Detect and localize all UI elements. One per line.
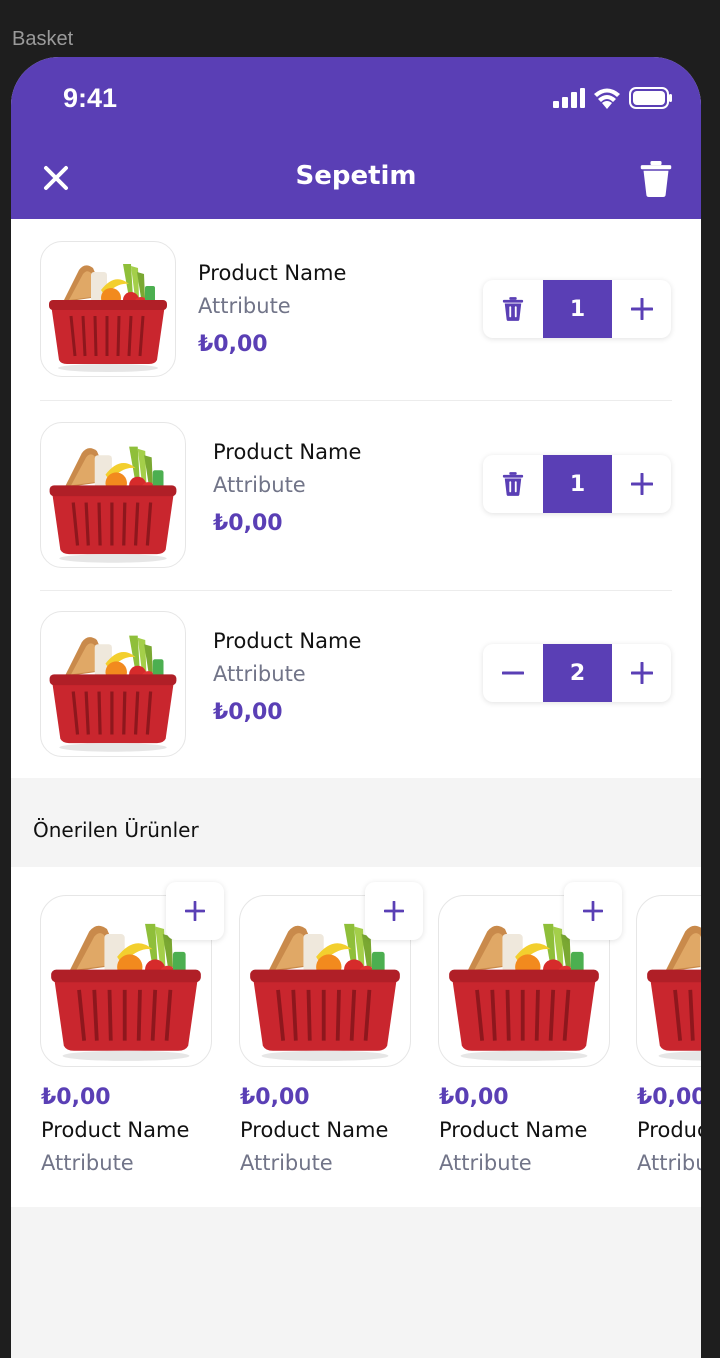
- quantity-stepper: 2: [483, 644, 671, 702]
- basket-item: Product Name Attribute ₺0,00 1: [11, 219, 701, 399]
- battery-icon: [629, 87, 672, 109]
- product-attribute: Attribute: [41, 1151, 134, 1175]
- product-attribute: Attribute: [213, 662, 306, 686]
- status-icons: [553, 87, 673, 109]
- trash-icon: [502, 297, 524, 321]
- delete-button[interactable]: [483, 280, 543, 338]
- frame-label: Basket: [12, 28, 74, 50]
- increment-button[interactable]: [612, 280, 671, 338]
- plus-icon: [630, 298, 653, 320]
- delete-button[interactable]: [483, 455, 543, 513]
- product-price: ₺0,00: [198, 332, 268, 357]
- clear-basket-trash-icon[interactable]: [639, 161, 673, 197]
- product-image[interactable]: [40, 241, 176, 377]
- product-attribute: Attribute: [439, 1151, 532, 1175]
- product-image[interactable]: [40, 422, 186, 568]
- recommended-card[interactable]: ₺0,00 Product Name Attribute: [239, 867, 423, 1187]
- quantity-stepper: 1: [483, 455, 671, 513]
- plus-icon: [384, 901, 404, 921]
- recommended-card[interactable]: ₺0,00 Product Name Attribute: [40, 867, 224, 1187]
- product-price: ₺0,00: [439, 1085, 509, 1110]
- add-to-basket-button[interactable]: [166, 882, 224, 940]
- basket-list: Product Name Attribute ₺0,00 1 Product N…: [11, 219, 701, 778]
- add-to-basket-button[interactable]: [564, 882, 622, 940]
- product-attribute: Attribute: [240, 1151, 333, 1175]
- page-title: Sepetim: [295, 161, 417, 191]
- product-name: Product Name: [439, 1118, 588, 1142]
- quantity-stepper: 1: [483, 280, 671, 338]
- product-price: ₺0,00: [213, 511, 283, 536]
- quantity-value: 1: [543, 455, 612, 513]
- product-name: Product Name: [240, 1118, 389, 1142]
- phone-screen: 9:41 Sepetim Product Name Attribute ₺0,0…: [11, 57, 701, 1358]
- trash-icon: [502, 472, 524, 496]
- recommended-card[interactable]: ₺0,00 Product Name Attribute: [636, 867, 701, 1187]
- product-price: ₺0,00: [213, 700, 283, 725]
- signal-icon: [553, 88, 585, 108]
- plus-icon: [630, 473, 653, 495]
- increment-button[interactable]: [612, 644, 671, 702]
- minus-icon: [502, 671, 524, 675]
- product-attribute: Attribute: [198, 294, 291, 318]
- product-name: Product Name: [213, 440, 362, 464]
- product-price: ₺0,00: [637, 1085, 701, 1110]
- app-header: 9:41 Sepetim: [11, 57, 701, 219]
- recommended-card[interactable]: ₺0,00 Product Name Attribute: [438, 867, 622, 1187]
- recommended-carousel[interactable]: ₺0,00 Product Name Attribute ₺0,00 Produ…: [11, 867, 701, 1207]
- product-name: Product Name: [41, 1118, 190, 1142]
- product-image[interactable]: [40, 611, 186, 757]
- basket-item: Product Name Attribute ₺0,00 1: [11, 401, 701, 589]
- product-name: Product Name: [637, 1118, 701, 1142]
- product-price: ₺0,00: [240, 1085, 310, 1110]
- quantity-value: 2: [543, 644, 612, 702]
- add-to-basket-button[interactable]: [365, 882, 423, 940]
- basket-item: Product Name Attribute ₺0,00 2: [11, 591, 701, 778]
- product-name: Product Name: [198, 261, 347, 285]
- quantity-value: 1: [543, 280, 612, 338]
- product-image[interactable]: [636, 895, 701, 1067]
- recommended-title: Önerilen Ürünler: [33, 818, 199, 842]
- status-time: 9:41: [63, 83, 118, 113]
- plus-icon: [630, 662, 653, 684]
- wifi-icon: [594, 88, 620, 109]
- decrement-button[interactable]: [483, 644, 543, 702]
- product-attribute: Attribute: [637, 1151, 701, 1175]
- increment-button[interactable]: [612, 455, 671, 513]
- plus-icon: [185, 901, 205, 921]
- product-attribute: Attribute: [213, 473, 306, 497]
- plus-icon: [583, 901, 603, 921]
- product-name: Product Name: [213, 629, 362, 653]
- product-price: ₺0,00: [41, 1085, 111, 1110]
